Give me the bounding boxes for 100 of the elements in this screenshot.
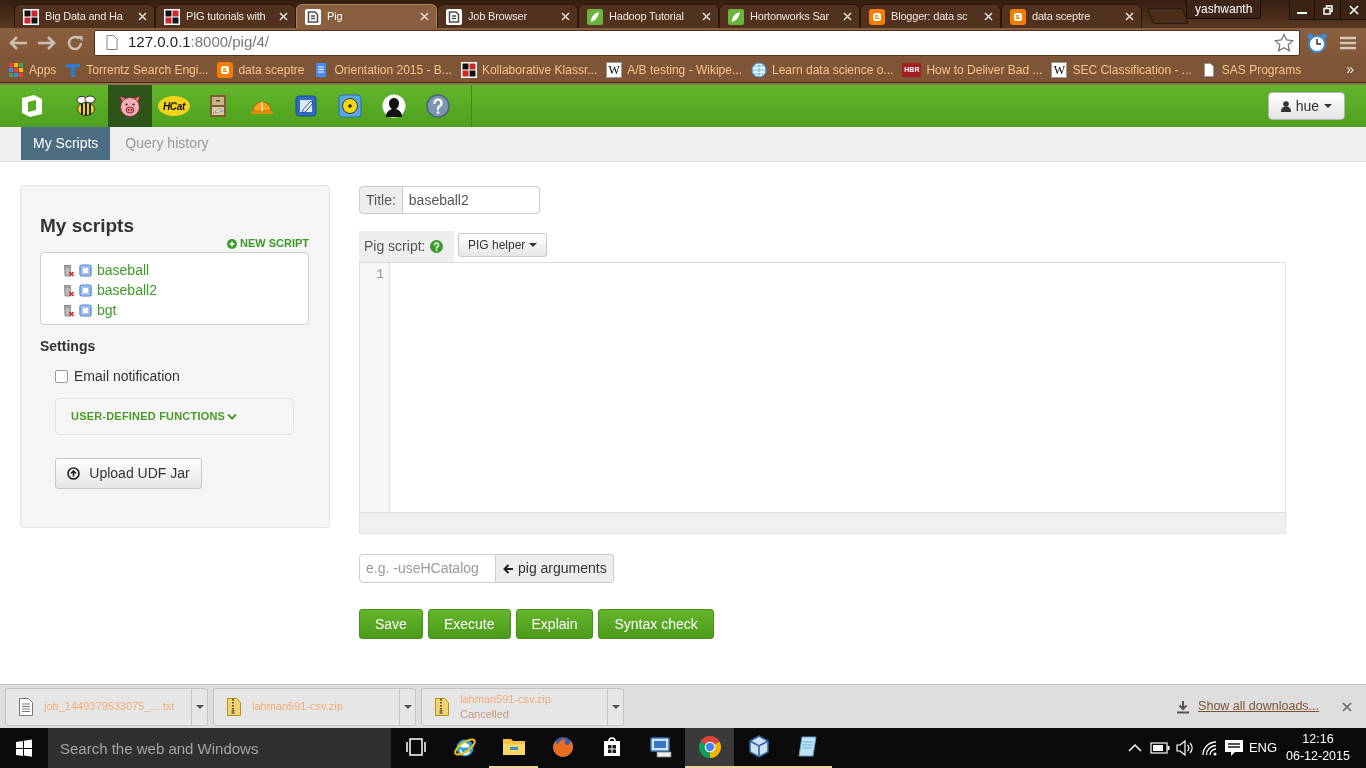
page-logo-icon: [446, 8, 462, 25]
action-button[interactable]: Explain: [515, 609, 594, 639]
checkered-logo-icon: [164, 8, 180, 25]
leaf-logo-icon: [728, 8, 744, 25]
browser-tab[interactable]: Pig: [296, 4, 437, 28]
field-label: Pig script:: [364, 237, 426, 256]
taskbar-app-button[interactable]: [685, 728, 734, 768]
back-icon[interactable]: [7, 33, 29, 52]
arguments-input[interactable]: e.g. -useHCatalog: [359, 554, 496, 583]
trash-icon[interactable]: [62, 263, 75, 277]
close-icon[interactable]: [1342, 701, 1352, 712]
trash-icon[interactable]: [62, 283, 75, 297]
chevron-up-icon[interactable]: [1127, 743, 1142, 753]
minimize-icon: [1297, 11, 1308, 14]
bookmark-link[interactable]: data sceptre: [215, 60, 307, 79]
star-icon[interactable]: [1274, 32, 1294, 53]
bookmark-link[interactable]: W SEC Classification - ...: [1049, 60, 1194, 79]
upload-button[interactable]: Upload UDF Jar: [55, 458, 202, 489]
bookmark-link[interactable]: Learn data science o...: [748, 60, 896, 79]
bookmark-link[interactable]: W A/B testing - Wikipe...: [604, 60, 744, 79]
bookmark-link[interactable]: Torrentz Search Engi...: [63, 60, 211, 79]
checkbox-label[interactable]: Email notification: [74, 365, 180, 387]
caret-down-icon: [611, 704, 620, 709]
arrow-left-icon: [502, 562, 514, 575]
apps-grid-icon: [8, 61, 24, 78]
site-logo: W: [606, 61, 623, 78]
bookmark-link[interactable]: Apps: [6, 60, 59, 79]
battery-icon[interactable]: [1149, 742, 1170, 754]
new-script-link[interactable]: NEW SCRIPT: [226, 237, 309, 250]
alarm-clock-icon[interactable]: [1306, 31, 1328, 54]
pig-icon: [117, 93, 143, 119]
close-button[interactable]: [1341, 0, 1366, 20]
restore-button[interactable]: [1315, 0, 1342, 20]
leaf-logo-icon: [587, 8, 603, 25]
action-button[interactable]: Syntax check: [598, 609, 714, 639]
restore-icon: [1322, 4, 1333, 15]
bee-icon: [73, 93, 99, 119]
action-button[interactable]: Execute: [427, 609, 511, 639]
menu-icon[interactable]: [1339, 34, 1357, 51]
user-icon: [1280, 100, 1291, 112]
minimize-button[interactable]: [1289, 0, 1316, 20]
pig-helper-button[interactable]: PIG helper: [458, 233, 548, 257]
page-logo-icon: [305, 8, 321, 25]
browser-tab[interactable]: PIG tutorials with: [155, 4, 296, 28]
reload-icon[interactable]: [66, 33, 84, 52]
monitor-icon: [647, 734, 674, 760]
caret-down-icon: [529, 243, 538, 247]
show-all-downloads-link[interactable]: Show all downloads...: [1198, 697, 1319, 716]
script-link[interactable]: baseball2: [97, 279, 157, 301]
bookmark-link[interactable]: Kollaborative Klassr...: [458, 60, 600, 79]
close-icon: [1349, 4, 1360, 15]
checkered-logo-icon: [23, 8, 39, 25]
user-menu-button[interactable]: hue: [1267, 92, 1345, 120]
title-input[interactable]: baseball2: [402, 186, 540, 214]
page-icon: [106, 35, 118, 50]
search-field[interactable]: Search the web and Windows: [48, 728, 391, 768]
more-bookmarks-button[interactable]: »: [1346, 59, 1354, 80]
pen-tile-icon: [293, 93, 319, 119]
copy-icon[interactable]: [79, 283, 92, 297]
chevron-down-icon: [227, 412, 238, 421]
clock[interactable]: 12:16 06-12-2015: [1280, 731, 1356, 765]
copy-icon[interactable]: [79, 303, 92, 317]
nav-tab[interactable]: My Scripts: [21, 127, 111, 160]
start-icon[interactable]: [15, 739, 33, 757]
browser-tab[interactable]: Big Data and Ha: [14, 4, 155, 28]
hcat-logo: HCat: [158, 96, 190, 116]
notification-icon[interactable]: [1224, 739, 1244, 757]
profile-button[interactable]: yashwanth: [1186, 0, 1262, 19]
action-button[interactable]: Save: [359, 609, 423, 639]
script-link[interactable]: baseball: [97, 259, 150, 281]
bookmark-link[interactable]: SAS Programs: [1198, 60, 1304, 79]
browser-tab[interactable]: Hadoop Tutorial: [578, 4, 719, 28]
trash-icon[interactable]: [62, 303, 75, 317]
help-icon: [430, 240, 444, 253]
forward-icon[interactable]: [36, 33, 58, 52]
bookmark-link[interactable]: Orientation 2015 - B...: [311, 60, 454, 79]
pig-arguments-button[interactable]: pig arguments: [496, 554, 614, 583]
browser-tab[interactable]: Hortonworks Sar: [719, 4, 860, 28]
blog-logo-icon: [1010, 8, 1026, 25]
browser-tab[interactable]: Blogger: data sc: [860, 4, 1001, 28]
zip-file-icon: [434, 696, 450, 717]
tee-logo-icon: [65, 61, 82, 78]
language-indicator[interactable]: ENG: [1246, 738, 1280, 758]
browser-tab[interactable]: data sceptre: [1001, 4, 1142, 28]
task-view-icon: [404, 736, 427, 758]
browser-tab[interactable]: Job Browser: [437, 4, 578, 28]
volume-icon[interactable]: [1174, 740, 1195, 756]
checkered-logo-icon: [460, 61, 477, 78]
app-link[interactable]: HCat: [152, 85, 196, 127]
download-icon[interactable]: [1176, 699, 1191, 714]
caret-down-icon: [403, 704, 412, 709]
address-field[interactable]: 127.0.0.1:8000/pig/4/: [94, 29, 1300, 56]
line-number: 1: [376, 266, 384, 283]
copy-icon[interactable]: [79, 263, 92, 277]
wifi-icon[interactable]: [1200, 740, 1219, 756]
udf-toggle-link[interactable]: USER-DEFINED FUNCTIONS: [71, 408, 238, 425]
input-label: Title:: [359, 186, 403, 214]
checkbox[interactable]: [55, 369, 68, 383]
help-icon: [425, 93, 451, 119]
script-link[interactable]: bgt: [97, 299, 117, 321]
